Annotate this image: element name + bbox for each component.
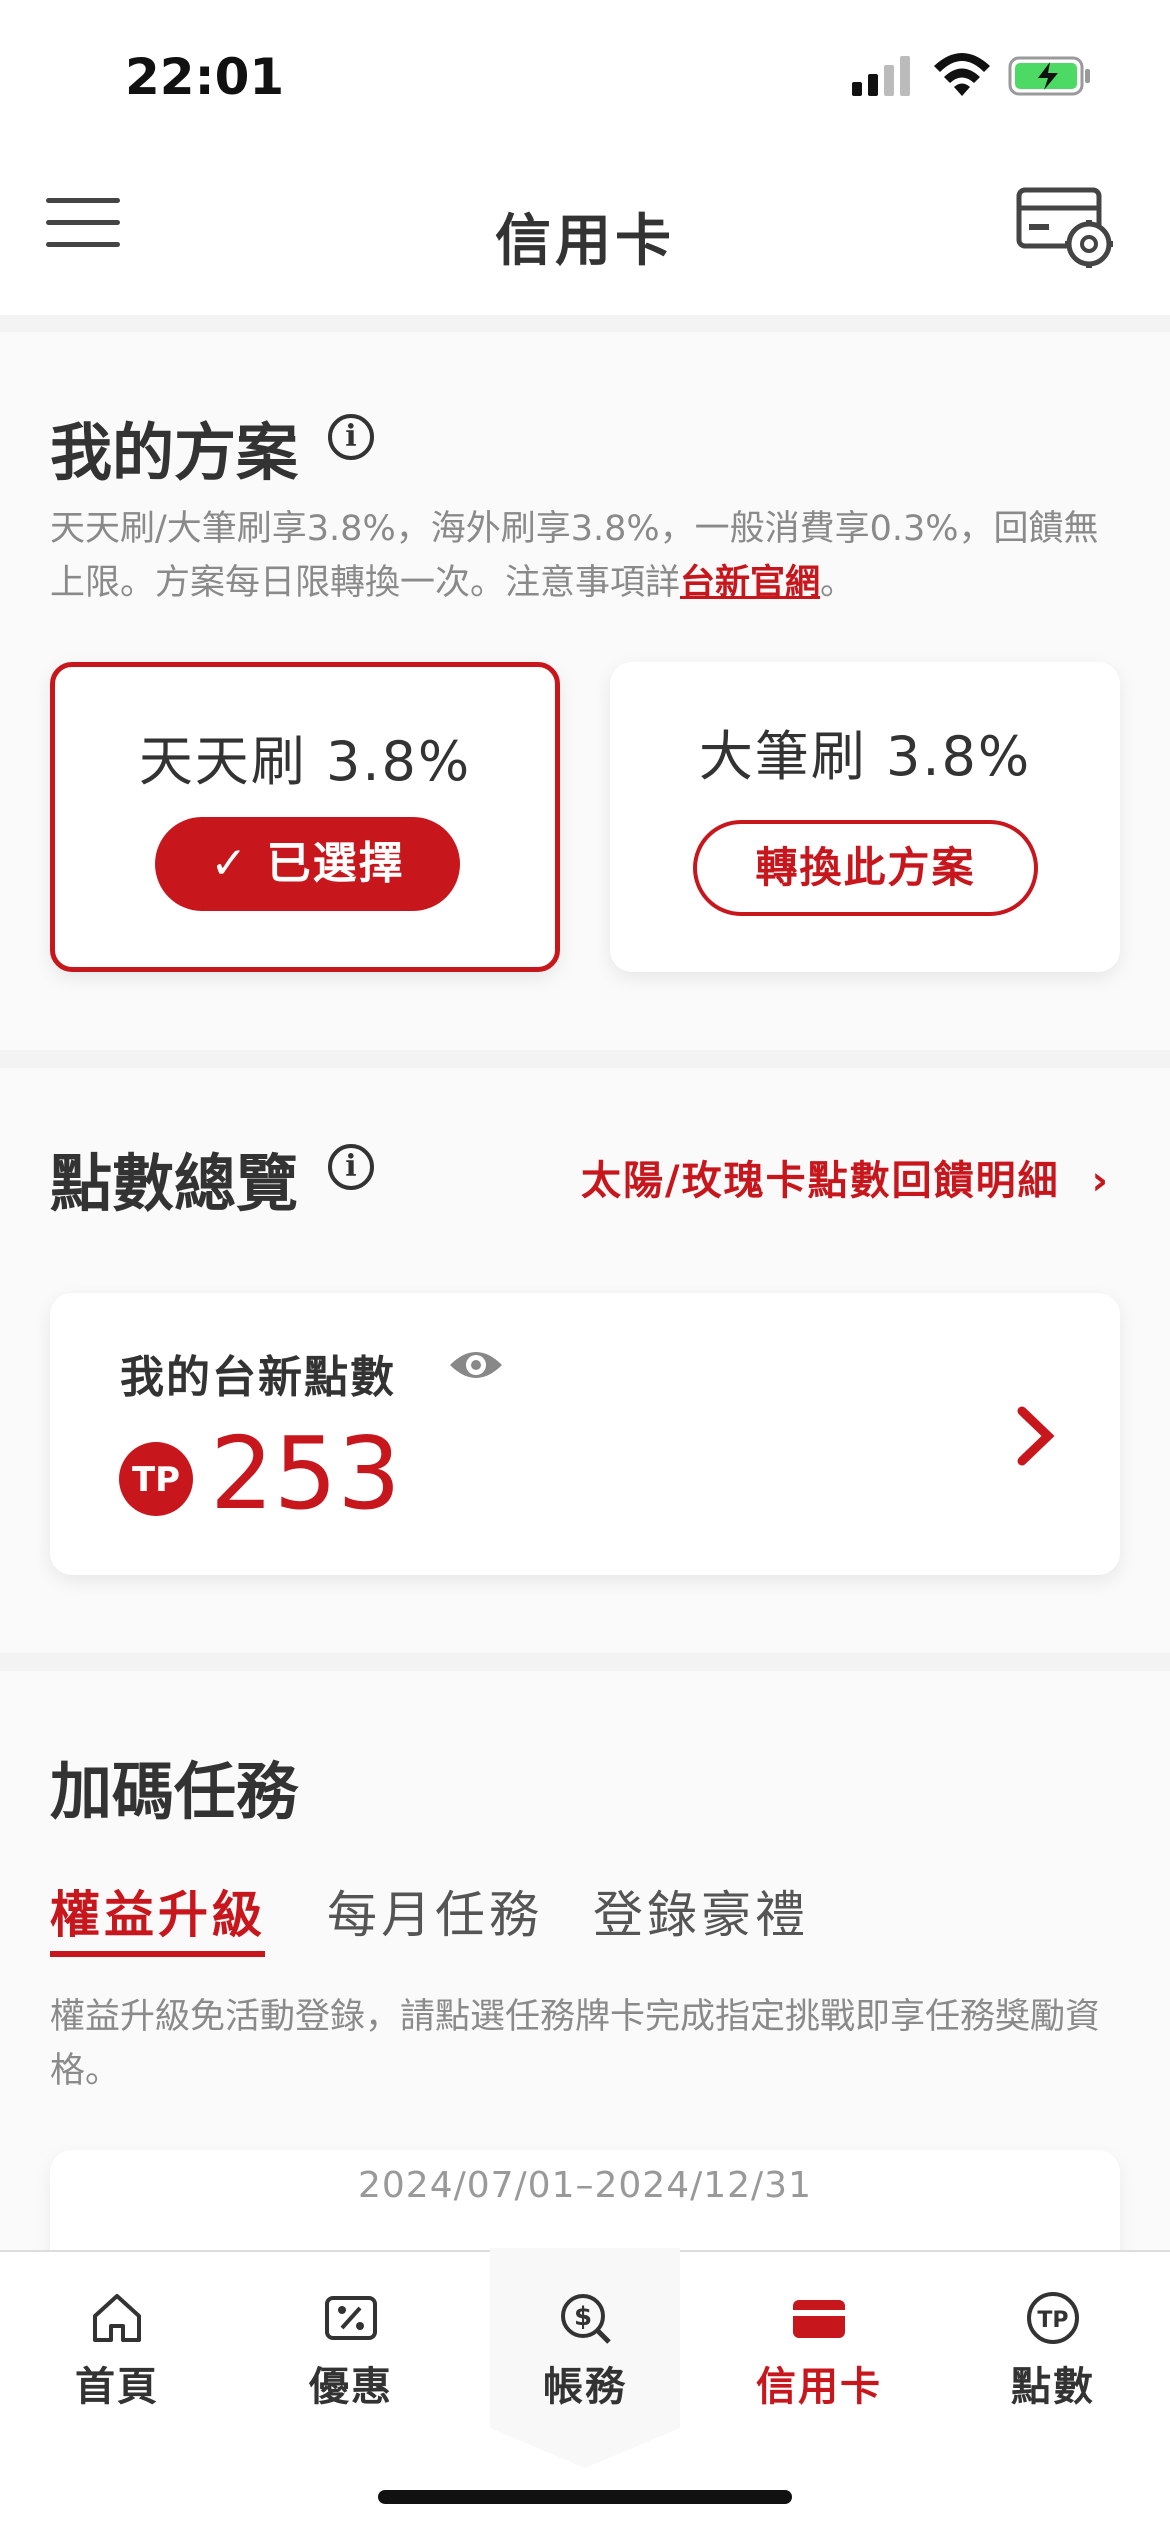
battery-icon [1008, 56, 1090, 96]
svg-text:$: $ [574, 2302, 592, 2332]
plan-name: 天天刷 3.8% [138, 730, 472, 793]
info-icon[interactable]: i [328, 1144, 374, 1190]
page-title: 信用卡 [495, 209, 675, 274]
chevron-right-icon[interactable] [1010, 1401, 1060, 1471]
tab-monthly[interactable]: 每月任務 [327, 1875, 543, 1947]
wifi-icon [934, 53, 990, 96]
check-icon: ✓ [210, 838, 267, 889]
plan-description: 天天刷/大筆刷享3.8%，海外刷享3.8%，一般消費享0.3%，回饋無上限。方案… [50, 509, 1099, 603]
home-icon [93, 2294, 141, 2342]
eye-icon[interactable] [448, 1345, 504, 1385]
svg-text:TP: TP [1037, 2308, 1068, 2333]
plan-heading: 我的方案 [50, 416, 299, 489]
signal-icon [852, 56, 910, 96]
info-icon[interactable]: i [328, 414, 374, 460]
taishin-points-icon: TP [119, 1442, 193, 1516]
dollar-search-icon: $ [561, 2294, 611, 2344]
plan-name: 大筆刷 3.8% [698, 725, 1032, 788]
plan-card-large[interactable]: 大筆刷 3.8% 轉換此方案 [610, 662, 1120, 972]
mission-date-range: 2024/07/01–2024/12/31 [358, 2165, 812, 2206]
points-label: 我的台新點數 [120, 1352, 396, 1403]
credit-card-icon [793, 2300, 845, 2338]
points-icon: TP [1027, 2292, 1079, 2344]
plan-card-daily[interactable]: 天天刷 3.8% ✓ 已選擇 [50, 662, 560, 972]
chevron-right-icon: › [1091, 1158, 1110, 1204]
switch-plan-button[interactable]: 轉換此方案 [693, 820, 1038, 916]
mission-description: 權益升級免活動登錄，請點選任務牌卡完成指定挑戰即享任務獎勵資格。 [50, 1997, 1101, 2091]
nav-home[interactable]: 首頁 [0, 2272, 234, 2412]
app-header: 信用卡 [0, 150, 1170, 315]
plan-section: 我的方案 i 天天刷/大筆刷享3.8%，海外刷享3.8%，一般消費享0.3%，回… [0, 332, 1170, 1050]
official-site-link[interactable]: 台新官網 [680, 563, 820, 603]
card-settings-icon[interactable] [1015, 186, 1120, 271]
nav-offers[interactable]: 優惠 [234, 2272, 468, 2412]
points-detail-link[interactable]: 太陽/玫瑰卡點數回饋明細 › [581, 1148, 1110, 1206]
points-value: 253 [210, 1415, 401, 1532]
svg-text:TP: TP [132, 1460, 180, 1500]
nav-points[interactable]: TP 點數 [936, 2272, 1170, 2412]
status-bar: 22:01 [0, 0, 1170, 150]
points-heading: 點數總覽 [50, 1147, 299, 1220]
points-section: 點數總覽 i 太陽/玫瑰卡點數回饋明細 › 我的台新點數 TP 253 [0, 1068, 1170, 1653]
points-card[interactable]: 我的台新點數 TP 253 [50, 1293, 1120, 1575]
tab-register[interactable]: 登錄豪禮 [593, 1875, 809, 1947]
nav-billing[interactable]: $ 帳務 [468, 2272, 702, 2412]
active-tab-indicator [50, 1951, 265, 1957]
percent-icon [325, 2296, 377, 2340]
selected-button[interactable]: ✓ 已選擇 [155, 817, 460, 911]
nav-credit-card[interactable]: 信用卡 [702, 2272, 936, 2412]
mission-heading: 加碼任務 [50, 1755, 299, 1828]
tab-upgrade[interactable]: 權益升級 [50, 1875, 266, 1947]
status-time: 22:01 [125, 48, 285, 106]
home-indicator [378, 2490, 792, 2504]
